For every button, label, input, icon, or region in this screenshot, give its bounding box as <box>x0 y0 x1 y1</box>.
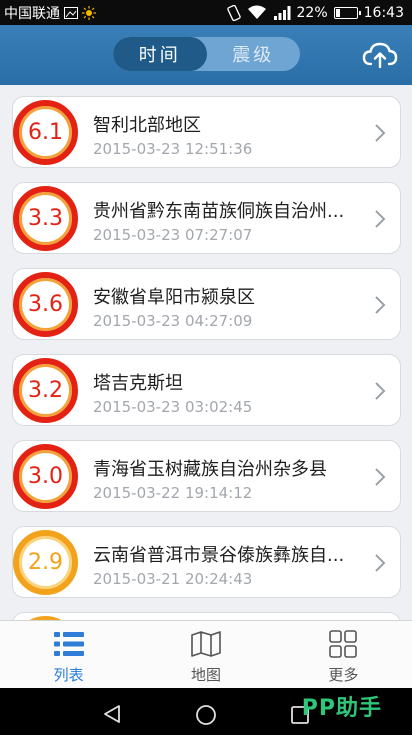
back-icon[interactable] <box>102 704 122 724</box>
image-icon <box>64 6 78 19</box>
list-item-partial[interactable] <box>12 612 401 620</box>
tab-sort-by-magnitude[interactable]: 震级 <box>207 37 301 71</box>
home-icon[interactable] <box>195 704 217 726</box>
chevron-right-icon <box>375 554 386 572</box>
map-icon <box>191 631 221 657</box>
sort-segmented-control: 时间 震级 <box>113 37 300 71</box>
quake-location: 塔吉克斯坦 <box>93 373 183 394</box>
magnitude-badge: 3.0 <box>13 444 78 509</box>
quake-location: 安徽省阜阳市颍泉区 <box>93 287 255 308</box>
magnitude-value: 3.0 <box>28 464 63 489</box>
quake-location: 青海省玉树藏族自治州杂多县 <box>93 459 327 480</box>
magnitude-badge: 3.2 <box>13 358 78 423</box>
list-item[interactable]: 3.2 塔吉克斯坦 2015-03-23 03:02:45 <box>12 354 401 426</box>
bottom-tab-bar: 列表 地图 更多 <box>0 620 412 688</box>
list-item[interactable]: 3.0 青海省玉树藏族自治州杂多县 2015-03-22 19:14:12 <box>12 440 401 512</box>
magnitude-value: 3.2 <box>28 378 63 403</box>
magnitude-badge: 3.3 <box>13 186 78 251</box>
tab-label: 列表 <box>53 666 84 684</box>
tab-label: 更多 <box>328 666 359 684</box>
quake-location: 智利北部地区 <box>93 115 201 136</box>
chevron-right-icon <box>375 468 386 486</box>
sun-icon <box>82 5 96 20</box>
magnitude-badge: 2.9 <box>13 530 78 595</box>
tab-sort-by-time[interactable]: 时间 <box>113 37 207 71</box>
chevron-right-icon <box>375 210 386 228</box>
carrier-name: 中国联通 <box>4 5 60 22</box>
earthquake-list[interactable]: 6.1 智利北部地区 2015-03-23 12:51:36 3.3 贵州省黔东… <box>0 85 412 620</box>
cloud-upload-icon[interactable] <box>362 40 398 70</box>
battery-icon <box>333 6 361 19</box>
list-icon <box>53 632 84 656</box>
list-item[interactable]: 3.6 安徽省阜阳市颍泉区 2015-03-23 04:27:09 <box>12 268 401 340</box>
tab-map[interactable]: 地图 <box>137 621 274 688</box>
magnitude-value: 3.3 <box>28 206 63 231</box>
status-bar: 中国联通 22% 16:43 <box>0 0 412 25</box>
chevron-right-icon <box>375 382 386 400</box>
magnitude-value: 6.1 <box>28 120 63 145</box>
list-item[interactable]: 6.1 智利北部地区 2015-03-23 12:51:36 <box>12 96 401 168</box>
quake-time: 2015-03-21 20:24:43 <box>93 570 253 588</box>
tab-list[interactable]: 列表 <box>0 621 137 688</box>
grid-icon <box>329 630 358 658</box>
magnitude-value: 3.6 <box>28 292 63 317</box>
quake-time: 2015-03-23 07:27:07 <box>93 226 253 244</box>
tab-label: 地图 <box>190 666 221 684</box>
chevron-right-icon <box>375 124 386 142</box>
clock: 16:43 <box>363 4 404 21</box>
battery-percent: 22% <box>296 4 328 21</box>
list-item[interactable]: 2.9 云南省普洱市景谷傣族彝族自... 2015-03-21 20:24:43 <box>12 526 401 598</box>
wifi-icon <box>247 5 266 19</box>
quake-location: 云南省普洱市景谷傣族彝族自... <box>93 545 345 566</box>
magnitude-badge: 3.6 <box>13 272 78 337</box>
quake-time: 2015-03-23 12:51:36 <box>93 140 253 158</box>
quake-time: 2015-03-23 03:02:45 <box>93 398 253 416</box>
magnitude-badge: 6.1 <box>13 100 78 165</box>
list-item[interactable]: 3.3 贵州省黔东南苗族侗族自治州... 2015-03-23 07:27:07 <box>12 182 401 254</box>
chevron-right-icon <box>375 296 386 314</box>
quake-time: 2015-03-23 04:27:09 <box>93 312 253 330</box>
tab-more[interactable]: 更多 <box>275 621 412 688</box>
app-header: 时间 震级 <box>0 25 412 85</box>
magnitude-value: 2.9 <box>28 550 63 575</box>
watermark-logo: PP助手 <box>301 696 382 721</box>
quake-location: 贵州省黔东南苗族侗族自治州... <box>93 201 345 222</box>
quake-time: 2015-03-22 19:14:12 <box>93 484 253 502</box>
signal-icon <box>273 5 291 20</box>
vibrate-icon <box>226 4 241 21</box>
